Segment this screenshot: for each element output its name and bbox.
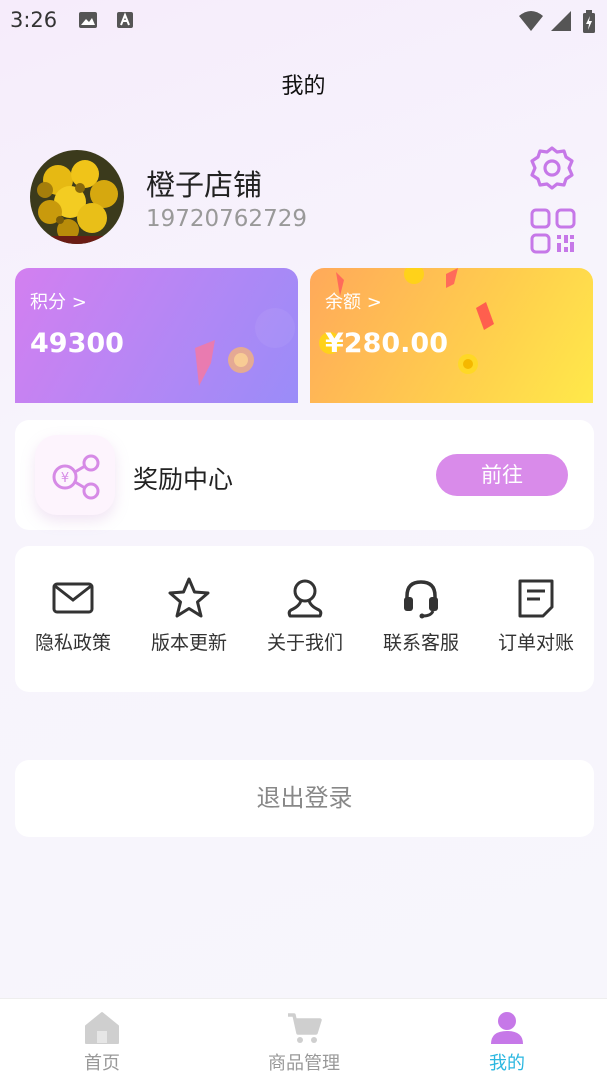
tab-mine-label: 我的 [489,1053,525,1074]
menu-item-about[interactable]: 关于我们 [255,576,355,655]
qr-code-icon[interactable] [530,208,576,254]
headset-icon [404,580,438,619]
points-value: 49300 [30,328,124,359]
points-label: 积分 > [30,292,87,313]
status-bar: 3:26 [0,0,607,42]
share-yuan-icon: ¥ [52,454,100,500]
tab-home-label: 首页 [84,1053,120,1074]
tab-home[interactable]: 首页 [42,1011,162,1075]
wifi-icon [519,11,543,31]
reward-center-panel: ¥ 奖励中心 前往 [15,420,594,530]
service-menu: 隐私政策 版本更新 关于我们 联系客服 订单对账 [15,546,594,692]
shop-name: 橙子店铺 [146,168,263,202]
menu-item-support[interactable]: 联系客服 [371,576,471,655]
menu-label-support: 联系客服 [382,632,459,654]
balance-value: ¥280.00 [325,328,448,359]
cart-icon [288,1013,322,1043]
points-card[interactable]: 积分 > 49300 [15,268,298,403]
image-icon [79,12,97,28]
tab-product-management[interactable]: 商品管理 [244,1011,364,1075]
avatar[interactable] [30,150,124,244]
status-time: 3:26 [10,8,58,32]
keyboard-a-icon [117,12,133,28]
user-icon [491,1012,523,1044]
menu-label-privacy: 隐私政策 [34,632,111,654]
bottom-tab-bar: 首页 商品管理 我的 [0,998,607,1080]
mail-icon [52,582,94,614]
phone-number: 19720762729 [146,206,307,232]
battery-icon [583,10,595,33]
menu-item-order-reconcile[interactable]: 订单对账 [486,576,586,655]
menu-label-order-reconcile: 订单对账 [497,632,574,654]
signal-icon [551,11,571,31]
page-title: 我的 [281,74,326,99]
reward-icon-container: ¥ [35,435,115,515]
menu-label-version: 版本更新 [150,632,227,654]
star-icon [168,577,210,618]
menu-label-about: 关于我们 [266,632,343,654]
home-icon [85,1012,119,1044]
yuan-symbol: ¥ [61,471,69,486]
person-icon [287,579,323,618]
logout-button[interactable]: 退出登录 [15,760,594,837]
settings-gear-icon[interactable] [528,144,576,192]
balance-label: 余额 > [325,292,382,313]
document-icon [518,579,554,618]
menu-item-privacy[interactable]: 隐私政策 [23,576,123,655]
balance-card[interactable]: 余额 > ¥280.00 [310,268,593,403]
go-button[interactable]: 前往 [436,454,568,496]
menu-item-version[interactable]: 版本更新 [139,576,239,655]
tab-mine[interactable]: 我的 [447,1011,567,1075]
avatar-flower-image [30,150,124,244]
reward-center-title: 奖励中心 [133,465,234,494]
tab-product-management-label: 商品管理 [268,1053,340,1074]
